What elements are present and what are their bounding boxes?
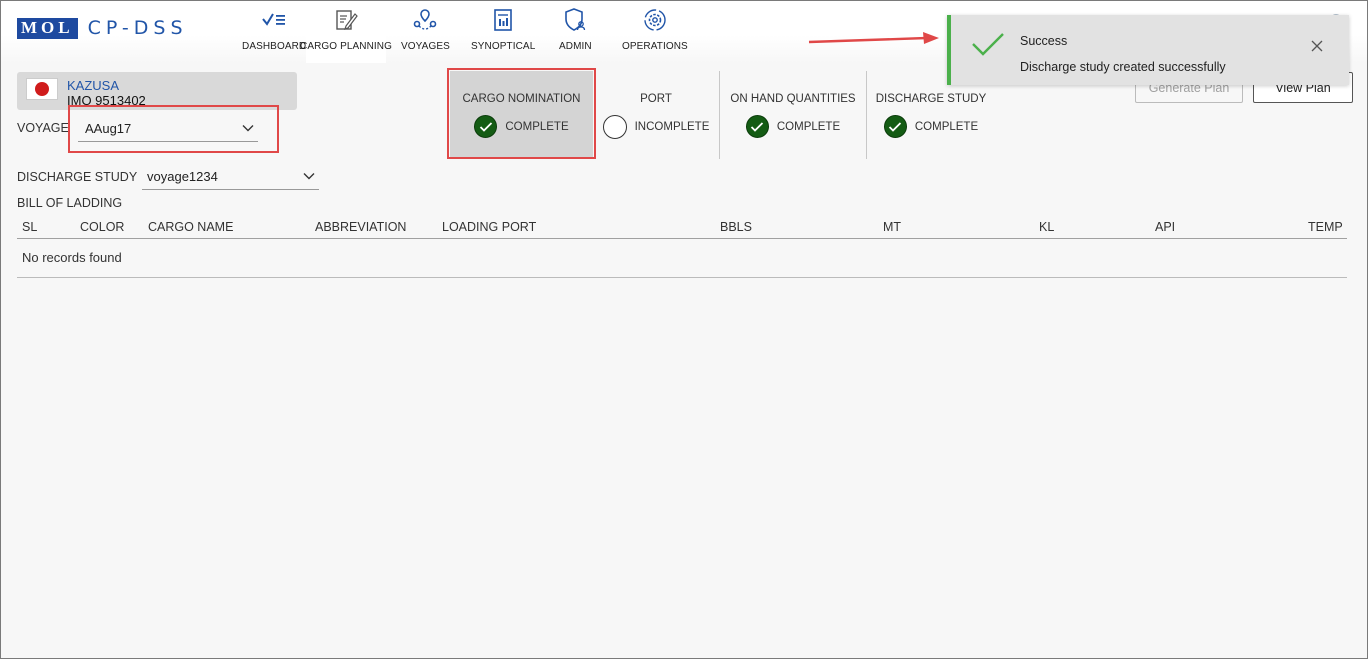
- step-status: INCOMPLETE: [602, 115, 710, 139]
- nav-label: ADMIN: [559, 41, 592, 52]
- checklist-icon: [261, 7, 287, 33]
- column-header-api[interactable]: API: [1155, 220, 1175, 234]
- step-status-text: COMPLETE: [914, 120, 979, 133]
- empty-table-message: No records found: [22, 250, 122, 265]
- column-header-temp[interactable]: TEMP: [1308, 220, 1343, 234]
- bill-of-lading-table-header: SL COLOR CARGO NAME ABBREVIATION LOADING…: [17, 219, 1347, 239]
- chevron-down-icon: [303, 173, 315, 180]
- step-status: COMPLETE: [474, 115, 569, 138]
- table-divider: [17, 277, 1347, 278]
- nav-label: SYNOPTICAL: [471, 41, 536, 52]
- check-circle-icon: [883, 115, 907, 138]
- step-status-text: COMPLETE: [776, 120, 841, 133]
- toast-title: Success: [1020, 34, 1068, 48]
- step-divider: [866, 71, 867, 159]
- chevron-down-icon: [242, 125, 254, 132]
- column-header-color[interactable]: COLOR: [80, 220, 124, 234]
- nav-voyages[interactable]: VOYAGES: [401, 7, 450, 57]
- step-status-text: COMPLETE: [505, 120, 569, 133]
- column-header-abbreviation[interactable]: ABBREVIATION: [315, 220, 406, 234]
- success-check-icon: [971, 31, 1005, 62]
- annotation-arrow: [807, 31, 941, 52]
- step-label: ON HAND QUANTITIES: [730, 93, 856, 105]
- step-label: DISCHARGE STUDY: [875, 93, 987, 105]
- column-header-sl[interactable]: SL: [22, 220, 37, 234]
- step-status-text: INCOMPLETE: [634, 121, 710, 133]
- mol-logo-mark: MOL: [17, 17, 78, 39]
- discharge-study-label: DISCHARGE STUDY: [17, 170, 138, 184]
- step-label: PORT: [640, 93, 672, 105]
- nav-operations[interactable]: OPERATIONS: [622, 7, 688, 57]
- app-logo[interactable]: MOL CP-DSS: [17, 17, 188, 39]
- check-circle-icon: [745, 115, 769, 138]
- bill-of-lading-title: BILL OF LADDING: [17, 196, 123, 210]
- step-label: CARGO NOMINATION: [462, 93, 581, 105]
- vessel-card: KAZUSA IMO 9513402: [17, 72, 297, 110]
- japan-flag-icon: [26, 78, 58, 100]
- vessel-imo: IMO 9513402: [67, 93, 146, 108]
- column-header-loading-port[interactable]: LOADING PORT: [442, 220, 536, 234]
- nav-label: DASHBOARD: [242, 41, 307, 52]
- vessel-name: KAZUSA: [67, 78, 120, 93]
- nav-label: CARGO PLANNING: [300, 41, 392, 52]
- app-name: CP-DSS: [87, 17, 188, 39]
- report-icon: [490, 7, 516, 33]
- step-on-hand-quantities[interactable]: ON HAND QUANTITIES COMPLETE: [729, 71, 857, 157]
- column-header-kl[interactable]: KL: [1039, 220, 1054, 234]
- voyage-select-value: AAug17: [85, 121, 132, 136]
- nav-label: VOYAGES: [401, 41, 450, 52]
- discharge-study-select-value: voyage1234: [147, 169, 218, 184]
- nav-label: OPERATIONS: [622, 41, 688, 52]
- voyage-label: VOYAGE: [17, 121, 69, 135]
- toast-message: Discharge study created successfully: [1020, 60, 1226, 74]
- gear-cycle-icon: [642, 7, 668, 33]
- nav-dashboard[interactable]: DASHBOARD: [242, 7, 306, 57]
- step-cargo-nomination[interactable]: CARGO NOMINATION COMPLETE: [450, 71, 593, 157]
- nav-cargo-planning[interactable]: CARGO PLANNING: [300, 1, 392, 63]
- step-port[interactable]: PORT INCOMPLETE: [602, 71, 710, 157]
- nav-admin[interactable]: ADMIN: [559, 7, 592, 57]
- check-circle-icon: [474, 115, 498, 138]
- step-divider: [719, 71, 720, 159]
- empty-circle-icon: [602, 115, 627, 139]
- nav-synoptical[interactable]: SYNOPTICAL: [471, 7, 535, 57]
- voyage-select[interactable]: AAug17: [78, 116, 258, 142]
- column-header-cargo-name[interactable]: CARGO NAME: [148, 220, 233, 234]
- column-header-bbls[interactable]: BBLS: [720, 220, 752, 234]
- discharge-study-select[interactable]: voyage1234: [142, 164, 319, 190]
- step-status: COMPLETE: [883, 115, 979, 138]
- route-icon: [412, 7, 438, 33]
- shield-user-icon: [562, 7, 588, 33]
- close-icon[interactable]: [1311, 39, 1323, 57]
- edit-document-icon: [333, 7, 359, 33]
- step-status: COMPLETE: [745, 115, 841, 138]
- column-header-mt[interactable]: MT: [883, 220, 901, 234]
- success-toast: Success Discharge study created successf…: [947, 15, 1349, 85]
